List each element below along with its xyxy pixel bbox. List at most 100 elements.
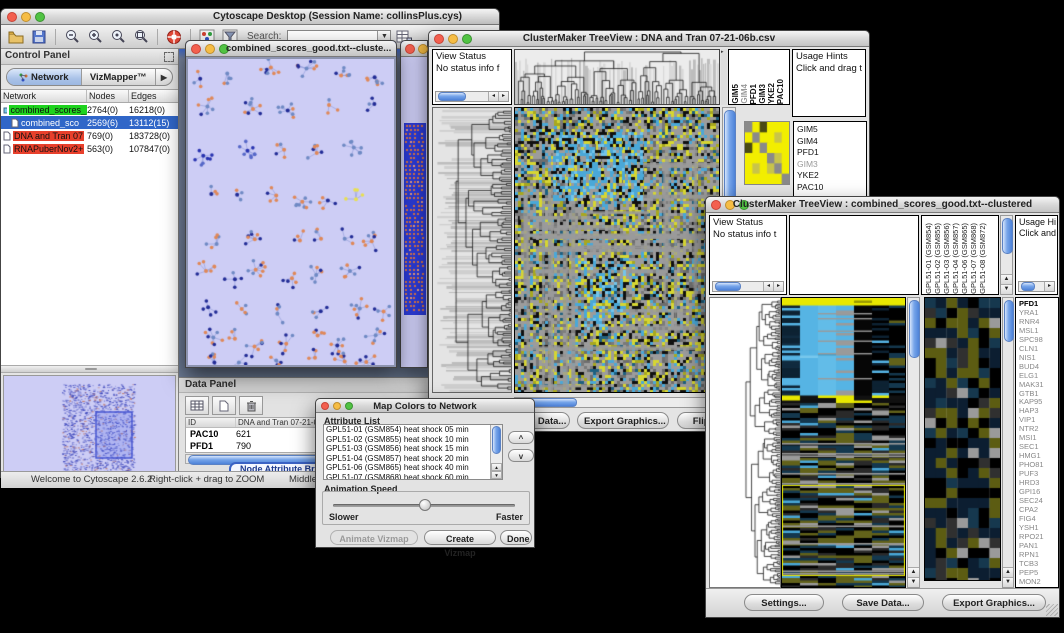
scroll-left-icon[interactable]: ◂ — [488, 92, 498, 101]
zoom-vscrollbar[interactable]: ▲▼ — [1002, 297, 1014, 588]
pane-divider[interactable]: ▸ — [721, 49, 727, 105]
zoom-button[interactable] — [35, 12, 45, 22]
col-edges[interactable]: Edges — [129, 90, 178, 102]
minimize-button[interactable] — [418, 44, 428, 54]
column-label[interactable]: PAC10 — [776, 79, 785, 104]
trash-icon[interactable] — [239, 396, 263, 415]
listbox-vscrollbar[interactable]: ▴ ▾ — [490, 425, 502, 479]
labels-vscrollbar[interactable]: ▲▼ — [1000, 215, 1013, 295]
attribute-item[interactable]: GPL51-04 (GSM857) heat shock 20 min — [324, 454, 502, 464]
scroll-up-icon[interactable]: ▲ — [1001, 274, 1012, 284]
attribute-item[interactable]: GPL51-03 (GSM856) heat shock 15 min — [324, 444, 502, 454]
column-label[interactable]: GPL51-03 (GSM856) — [942, 223, 951, 294]
gene-item[interactable]: PAC10 — [797, 182, 866, 194]
done-button[interactable]: Done — [500, 530, 532, 545]
scroll-up-icon[interactable]: ▲ — [908, 567, 919, 577]
attribute-listbox[interactable]: GPL51-01 (GSM854) heat shock 05 minGPL51… — [323, 424, 503, 480]
attribute-item[interactable]: GPL51-07 (GSM868) heat shock 60 min — [324, 473, 502, 480]
gene-item[interactable]: GIM4 — [797, 136, 866, 148]
summary-heatmap[interactable] — [745, 122, 789, 184]
help-lifesaver-icon[interactable] — [164, 28, 184, 46]
zoom-selected-icon[interactable] — [108, 28, 128, 46]
column-dendrogram[interactable] — [515, 50, 719, 104]
column-label[interactable]: PFD1 — [749, 84, 758, 104]
zoom-out-icon[interactable] — [62, 28, 82, 46]
attribute-item[interactable]: GPL51-02 (GSM855) heat shock 10 min — [324, 435, 502, 445]
settings-button[interactable]: Settings... — [744, 594, 824, 611]
network-view-titlebar[interactable]: combined_scores_good.txt--cluste... — [186, 41, 396, 57]
create-vizmap-button[interactable]: Create Vizmap — [424, 530, 496, 545]
network-row[interactable]: DNA and Tran 07 769(0) 183728(0) — [1, 129, 178, 142]
save-icon[interactable] — [29, 28, 49, 46]
scroll-up-icon[interactable]: ▲ — [1003, 567, 1013, 577]
gene-item[interactable]: MON2 — [1019, 578, 1058, 587]
scroll-up-icon[interactable]: ▴ — [491, 463, 502, 471]
usage-hints-hscrollbar[interactable]: ▸ — [1018, 281, 1055, 292]
scroll-right-icon[interactable]: ▸ — [1044, 282, 1054, 291]
gene-item[interactable]: PFD1 — [797, 147, 866, 159]
treeview2-titlebar[interactable]: ClusterMaker TreeView : combined_scores_… — [706, 197, 1059, 213]
network-row[interactable]: RNAPuberNov2+ 563(0) 107847(0) — [1, 142, 178, 155]
gene-item[interactable]: GIM5 — [797, 124, 866, 136]
scroll-right-icon[interactable]: ▸ — [498, 92, 508, 101]
select-attributes-icon[interactable] — [185, 396, 209, 415]
move-up-button[interactable]: ^ — [508, 431, 534, 444]
close-button[interactable] — [7, 12, 17, 22]
float-panel-icon[interactable] — [164, 52, 174, 62]
view-status-hscrollbar[interactable]: ◂▸ — [712, 281, 784, 292]
animate-vizmap-button[interactable]: Animate Vizmap — [330, 530, 418, 545]
col-network[interactable]: Network — [1, 90, 87, 102]
column-label[interactable]: GPL51-08 (GSM872) — [978, 223, 987, 294]
gene-item[interactable]: YKE2 — [797, 170, 866, 182]
close-button[interactable] — [405, 44, 415, 54]
network-canvas[interactable] — [188, 59, 392, 365]
scroll-down-icon[interactable]: ▼ — [1003, 577, 1013, 587]
heatmap-canvas[interactable] — [782, 298, 905, 587]
column-label[interactable]: YKE2 — [767, 83, 776, 104]
export-graphics-button[interactable]: Export Graphics... — [577, 412, 669, 429]
panel-splitter[interactable] — [1, 365, 178, 373]
main-titlebar[interactable]: Cytoscape Desktop (Session Name: collins… — [1, 9, 499, 25]
tab-overflow-arrow[interactable]: ▶ — [156, 69, 172, 85]
move-down-button[interactable]: v — [508, 449, 534, 462]
heatmap-vscrollbar[interactable]: ▲▼ — [907, 297, 920, 588]
new-attribute-icon[interactable] — [212, 396, 236, 415]
column-label[interactable]: GPL51-01 (GSM854) — [924, 223, 933, 294]
attribute-item[interactable]: GPL51-06 (GSM865) heat shock 40 min — [324, 463, 502, 473]
network-row[interactable]: combined_sco 2569(6) 13112(15) — [1, 116, 178, 129]
scroll-down-icon[interactable]: ▼ — [1001, 284, 1012, 294]
minimize-button[interactable] — [205, 44, 215, 54]
scroll-down-icon[interactable]: ▾ — [491, 471, 502, 479]
row-dendrogram[interactable] — [433, 108, 511, 392]
row-dendrogram[interactable] — [710, 298, 780, 587]
col-id[interactable]: ID — [186, 418, 236, 427]
slider-thumb[interactable] — [419, 499, 431, 511]
column-label[interactable]: GIM3 — [758, 84, 767, 104]
resize-grip[interactable] — [1046, 604, 1058, 616]
treeview1-titlebar[interactable]: ClusterMaker TreeView : DNA and Tran 07-… — [429, 31, 869, 47]
save-data-button[interactable]: Save Data... — [842, 594, 924, 611]
close-button[interactable] — [191, 44, 201, 54]
network-row[interactable]: combined_scores_ 2764(0) 16218(0) — [1, 103, 178, 116]
heatmap-canvas[interactable] — [515, 108, 719, 392]
heatmap-hscrollbar[interactable]: ◂▸ — [514, 397, 728, 408]
tab-network[interactable]: Network — [7, 69, 82, 85]
column-label[interactable]: GPL51-02 (GSM855) — [933, 223, 942, 294]
attribute-item[interactable]: GPL51-01 (GSM854) heat shock 05 min — [324, 425, 502, 435]
column-label[interactable]: GPL51-07 (GSM868) — [969, 223, 978, 294]
column-label[interactable]: GIM5 — [731, 84, 740, 104]
export-graphics-button[interactable]: Export Graphics... — [942, 594, 1046, 611]
scroll-right-icon[interactable]: ▸ — [773, 282, 783, 291]
dialog-titlebar[interactable]: Map Colors to Network — [316, 399, 534, 413]
zoom-in-icon[interactable] — [85, 28, 105, 46]
column-tree-area[interactable] — [789, 215, 919, 295]
scroll-left-icon[interactable]: ◂ — [763, 282, 773, 291]
minimize-button[interactable] — [21, 12, 31, 22]
dense-network-canvas[interactable] — [404, 123, 426, 315]
scroll-down-icon[interactable]: ▼ — [908, 577, 919, 587]
view-status-hscrollbar[interactable]: ◂▸ — [435, 91, 509, 102]
column-label[interactable]: GPL51-04 (GSM857) — [951, 223, 960, 294]
tab-vizmapper[interactable]: VizMapper™ — [82, 69, 157, 85]
network-overview-thumbnail[interactable] — [3, 375, 176, 479]
speed-slider[interactable] — [333, 504, 515, 507]
